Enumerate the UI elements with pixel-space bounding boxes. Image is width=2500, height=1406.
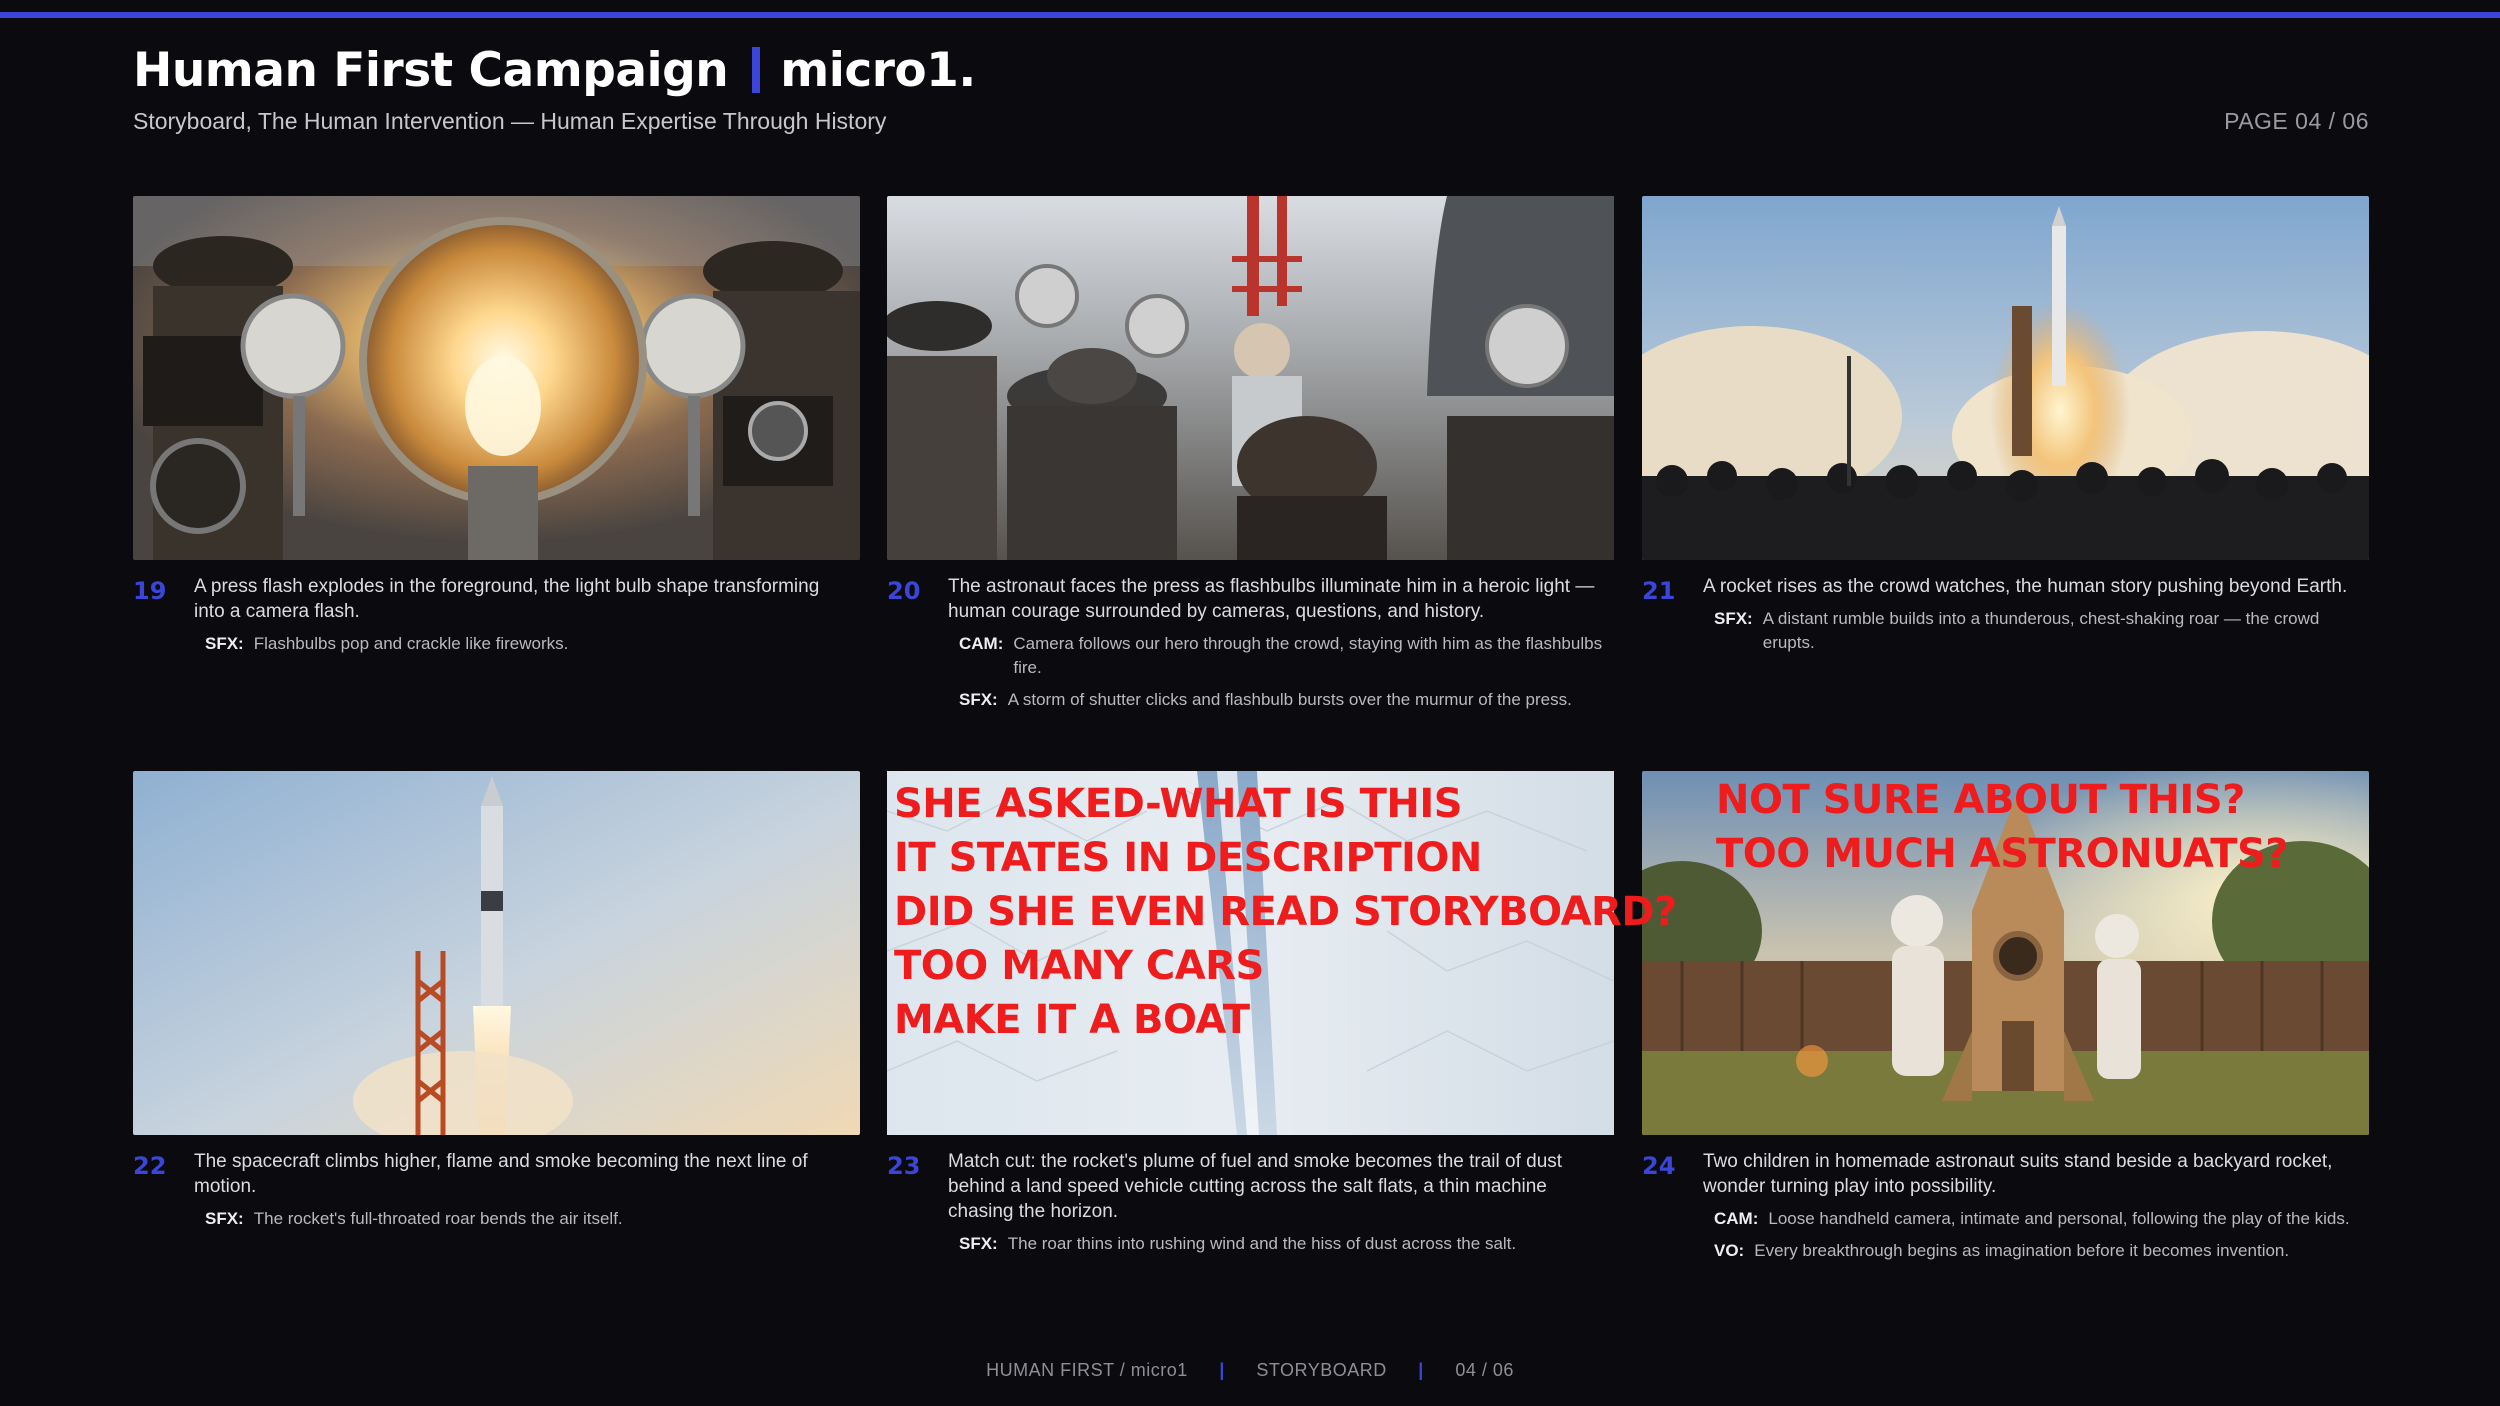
note-text: A storm of shutter clicks and flashbulb …: [1007, 690, 1572, 709]
page-subtitle: Storyboard, The Human Intervention — Hum…: [133, 108, 887, 134]
note-text: Flashbulbs pop and crackle like firework…: [253, 634, 569, 653]
page-number: PAGE 04 / 06: [2224, 108, 2369, 134]
shot-number: 19: [133, 577, 167, 605]
sfx-note: SFX: A storm of shutter clicks and flash…: [959, 688, 1614, 712]
footer-separator: |: [1219, 1360, 1225, 1380]
cam-note: CAM: Camera follows our hero through the…: [959, 632, 1614, 680]
footer-section: STORYBOARD: [1256, 1360, 1387, 1380]
note-label: SFX:: [959, 690, 998, 709]
page-header: Human First Campaign micro1. Storyboard,…: [133, 38, 2369, 135]
storyboard-panel-23: SHE ASKED-WHAT IS THIS IT STATES IN DESC…: [887, 771, 1677, 1256]
cam-note: CAM: Loose handheld camera, intimate and…: [1714, 1207, 2369, 1231]
note-text: The roar thins into rushing wind and the…: [1007, 1234, 1517, 1253]
shot-description: Two children in homemade astronaut suits…: [1703, 1151, 2333, 1197]
title-divider: [752, 47, 761, 93]
sfx-note: SFX: A distant rumble builds into a thun…: [1714, 607, 2369, 655]
page-footer: HUMAN FIRST / micro1 | STORYBOARD | 04 /…: [0, 1360, 2500, 1381]
storyboard-panel-21: 21 A rocket rises as the crowd watches, …: [1642, 196, 2369, 655]
accent-top-bar: [0, 12, 2500, 18]
page-title: Human First Campaign: [133, 42, 729, 98]
shot-description: The spacecraft climbs higher, flame and …: [194, 1151, 808, 1197]
shot-number: 22: [133, 1152, 167, 1180]
storyboard-panel-24: NOT SURE ABOUT THIS? TOO MUCH ASTRONUATS…: [1642, 771, 2369, 1263]
vo-note: VO: Every breakthrough begins as imagina…: [1714, 1239, 2369, 1263]
shot-number: 21: [1642, 577, 1676, 605]
frame-image-spacecraft-climb: [133, 771, 860, 1135]
note-label: CAM:: [959, 634, 1004, 653]
note-text: The rocket's full-throated roar bends th…: [253, 1209, 623, 1228]
sfx-note: SFX: The roar thins into rushing wind an…: [959, 1232, 1614, 1256]
note-label: CAM:: [1714, 1209, 1759, 1228]
sfx-note: SFX: Flashbulbs pop and crackle like fir…: [205, 632, 860, 656]
shot-number: 23: [887, 1152, 921, 1180]
storyboard-panel-19: 19 A press flash explodes in the foregro…: [133, 196, 860, 656]
frame-image-press-flash: [133, 196, 860, 560]
note-label: SFX:: [205, 1209, 244, 1228]
shot-number: 20: [887, 577, 921, 605]
sfx-note: SFX: The rocket's full-throated roar ben…: [205, 1207, 860, 1231]
note-text: Loose handheld camera, intimate and pers…: [1768, 1209, 2350, 1228]
shot-description: A press flash explodes in the foreground…: [194, 576, 820, 622]
footer-separator: |: [1418, 1360, 1424, 1380]
note-text: A distant rumble builds into a thunderou…: [1762, 609, 2320, 652]
storyboard-panel-20: 20 The astronaut faces the press as flas…: [887, 196, 1614, 712]
shot-description: A rocket rises as the crowd watches, the…: [1703, 576, 2348, 597]
storyboard-panel-22: 22 The spacecraft climbs higher, flame a…: [133, 771, 860, 1231]
brand-logo: micro1.: [780, 42, 976, 98]
note-label: SFX:: [205, 634, 244, 653]
shot-description: Match cut: the rocket's plume of fuel an…: [948, 1151, 1563, 1222]
note-label: VO:: [1714, 1241, 1745, 1260]
frame-image-astronaut-press: [887, 196, 1614, 560]
note-label: SFX:: [1714, 609, 1753, 628]
shot-number: 24: [1642, 1152, 1676, 1180]
frame-image-salt-flats: SHE ASKED-WHAT IS THIS IT STATES IN DESC…: [887, 771, 1677, 1135]
shot-description: The astronaut faces the press as flashbu…: [948, 576, 1595, 622]
frame-image-backyard-rocket: [1642, 771, 2369, 1135]
note-label: SFX:: [959, 1234, 998, 1253]
frame-image-rocket-launch-crowd: [1642, 196, 2369, 560]
footer-campaign: HUMAN FIRST / micro1: [986, 1360, 1188, 1380]
note-text: Every breakthrough begins as imagination…: [1754, 1241, 2290, 1260]
footer-page: 04 / 06: [1455, 1360, 1514, 1380]
note-text: Camera follows our hero through the crow…: [1013, 634, 1603, 677]
